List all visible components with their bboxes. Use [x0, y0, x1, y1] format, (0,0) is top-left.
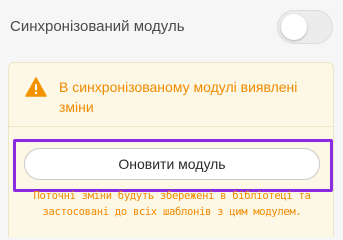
sync-module-label: Синхронізований модуль	[10, 18, 185, 35]
warning-message: В синхронізованому модулі виявлені зміни	[59, 79, 298, 115]
warning-divider	[9, 126, 333, 127]
sync-module-settings: Синхронізований модуль В синхронізованом…	[0, 0, 343, 237]
warning-triangle-icon	[25, 77, 47, 97]
update-module-button[interactable]: Оновити модуль	[24, 148, 320, 180]
sync-module-row: Синхронізований модуль	[0, 0, 343, 56]
toggle-knob	[281, 14, 307, 40]
sync-module-toggle[interactable]	[277, 10, 333, 44]
warning-note: Поточні зміни будуть збережені в бібліот…	[33, 190, 311, 218]
